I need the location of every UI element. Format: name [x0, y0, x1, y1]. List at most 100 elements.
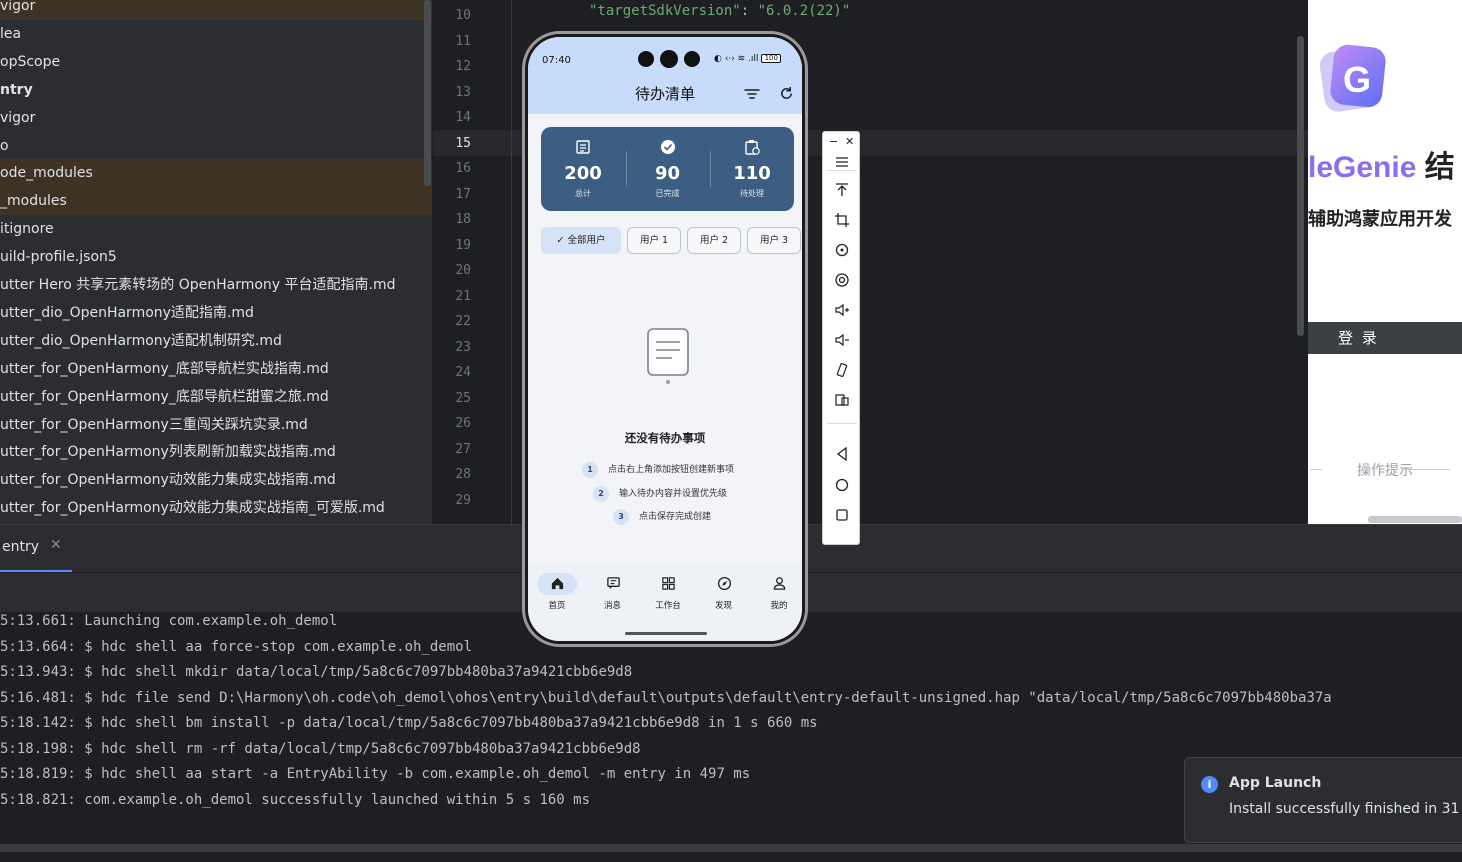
tree-item[interactable]: itignore: [0, 215, 432, 243]
compass-icon: [717, 576, 731, 591]
recents-icon[interactable]: [832, 505, 852, 525]
tree-item[interactable]: utter_for_OpenHarmony_底部导航栏甜蜜之旅.md: [0, 383, 432, 411]
line-number: 17: [455, 186, 471, 202]
nav-item[interactable]: 发现: [701, 573, 747, 617]
emulator-toolbar: − ✕: [822, 131, 860, 545]
nav-item[interactable]: 我的: [756, 573, 802, 617]
close-icon[interactable]: ✕: [845, 135, 854, 148]
code-line[interactable]: "targetSdkVersion": "6.0.2(22)": [589, 3, 850, 19]
line-number: 28: [455, 467, 471, 482]
phone-bezel: 07:40 ◐ ‹·› ≋ .ıll 100 待办清单 200 总计 90 已完成 11…: [525, 34, 805, 644]
list-icon: [576, 140, 590, 154]
json-value: "6.0.2(22)": [757, 3, 851, 19]
nav-icon-wrap: [704, 573, 744, 595]
tree-item[interactable]: o: [0, 132, 432, 160]
nav-icon-wrap: [537, 573, 577, 595]
genie-subtitle: 辅助鸿蒙应用开发: [1308, 209, 1452, 230]
home-icon[interactable]: [832, 475, 852, 495]
fold-icon[interactable]: [832, 390, 852, 410]
codegenie-panel: G leGenie 结 辅助鸿蒙应用开发 登 录 操作提示: [1308, 0, 1462, 524]
volume-up-icon[interactable]: [832, 300, 852, 320]
line-number: 21: [455, 288, 471, 304]
user-chip[interactable]: 用户 3: [747, 227, 801, 254]
empty-document-icon: [647, 328, 689, 384]
tree-item[interactable]: utter_for_OpenHarmony列表刷新加载实战指南.md: [0, 438, 432, 466]
close-icon[interactable]: ✕: [50, 537, 62, 553]
genie-scrollbar[interactable]: [1368, 516, 1462, 523]
tree-item[interactable]: utter_for_OpenHarmony_底部导航栏实战指南.md: [0, 355, 432, 383]
camera-icon: [638, 51, 654, 67]
tree-item[interactable]: utter_for_OpenHarmony动效能力集成实战指南_可爱版.md: [0, 494, 432, 522]
tree-item[interactable]: _modules: [0, 187, 432, 216]
nav-label: 我的: [770, 601, 788, 611]
ide-window: vigor lea opScope ntry vigor o ode_modules _mod…: [0, 0, 1462, 862]
phone-screen: 07:40 ◐ ‹·› ≋ .ıll 100 待办清单 200 总计 90 已完成 11…: [528, 37, 802, 641]
minimize-icon[interactable]: −: [829, 135, 838, 148]
stats-card: 200 总计 90 已完成 110 待处理: [541, 127, 794, 211]
shake-icon[interactable]: [832, 360, 852, 380]
status-time: 07:40: [542, 55, 571, 66]
tree-item[interactable]: ntry: [0, 76, 432, 104]
tree-item[interactable]: utter_dio_OpenHarmony适配机制研究.md: [0, 327, 432, 355]
stat-value: 200: [564, 163, 602, 184]
json-key: "targetSdkVersion": [589, 3, 741, 19]
log-line: 5:13.943: $ hdc shell mkdir data/local/t…: [0, 664, 633, 680]
tree-item[interactable]: lea: [0, 20, 432, 48]
tree-item[interactable]: opScope: [0, 48, 432, 76]
tree-item[interactable]: vigor: [0, 0, 432, 20]
status-icons: ◐ ‹·› ≋ .ıll 100: [714, 54, 782, 64]
notification-title: App Launch: [1229, 775, 1322, 791]
back-icon[interactable]: [832, 444, 852, 464]
line-number: 24: [455, 365, 471, 380]
volume-down-icon[interactable]: [832, 330, 852, 350]
stat-divider: [710, 151, 711, 187]
tree-item[interactable]: vigor: [0, 104, 432, 132]
run-tab-entry[interactable]: entry: [2, 539, 39, 555]
tree-scrollbar[interactable]: [424, 0, 431, 186]
location-icon[interactable]: [832, 270, 852, 290]
svg-text:G: G: [1343, 59, 1371, 100]
home-indicator[interactable]: [625, 632, 707, 635]
rotate-icon[interactable]: [832, 240, 852, 260]
tree-item[interactable]: uild-profile.json5: [0, 243, 432, 271]
person-icon: [773, 577, 786, 590]
refresh-icon[interactable]: [779, 86, 794, 101]
pin-top-icon[interactable]: [832, 180, 852, 200]
json-colon: :: [740, 3, 758, 19]
user-chip[interactable]: 用户 1: [627, 227, 681, 254]
tree-item[interactable]: utter_for_OpenHarmony三重闯关踩坑实录.md: [0, 411, 432, 439]
tree-item[interactable]: utter Hero 共享元素转场的 OpenHarmony 平台适配指南.md: [0, 271, 432, 299]
user-chip[interactable]: ✓ 全部用户: [541, 227, 621, 254]
user-filter-chips: ✓ 全部用户 用户 1 用户 2 用户 3: [541, 227, 802, 255]
home-icon: [551, 577, 564, 590]
nav-item[interactable]: 首页: [534, 573, 580, 617]
nav-item[interactable]: 工作台: [645, 573, 691, 617]
log-line: 5:13.664: $ hdc shell aa force-stop com.…: [0, 638, 473, 655]
genie-title: leGenie 结: [1308, 151, 1455, 184]
nav-label: 工作台: [655, 601, 681, 611]
stat-label: 总计: [575, 189, 591, 198]
menu-icon[interactable]: [832, 152, 852, 172]
message-icon: [606, 577, 620, 590]
line-number: 10: [455, 8, 471, 23]
user-chip[interactable]: 用户 2: [687, 227, 741, 254]
tree-item[interactable]: ode_modules: [0, 159, 432, 188]
nav-icon-wrap: [648, 573, 688, 595]
crop-icon[interactable]: [832, 210, 852, 230]
app-launch-notification[interactable]: i App Launch Install successfully finish…: [1184, 757, 1462, 843]
tree-item[interactable]: utter_for_OpenHarmony动效能力集成实战指南.md: [0, 466, 432, 494]
camera-icon: [684, 51, 700, 67]
step-number: 2: [593, 485, 609, 502]
nav-item[interactable]: 消息: [590, 573, 636, 617]
tree-item[interactable]: utter_dio_OpenHarmony适配指南.md: [0, 299, 432, 327]
clipboard-clock-icon: [745, 140, 760, 155]
log-line: 5:18.142: $ hdc shell bm install -p data…: [0, 715, 818, 731]
log-line: 5:18.198: $ hdc shell rm -rf data/local/…: [0, 740, 641, 757]
editor-scrollbar[interactable]: [1297, 36, 1304, 336]
console-horizontal-scrollbar[interactable]: [0, 844, 1462, 852]
login-button[interactable]: 登 录: [1308, 322, 1462, 354]
filter-icon[interactable]: [744, 87, 760, 101]
gutter-divider: [511, 0, 512, 524]
line-number: 14: [455, 110, 471, 125]
line-number: 15: [455, 135, 471, 151]
